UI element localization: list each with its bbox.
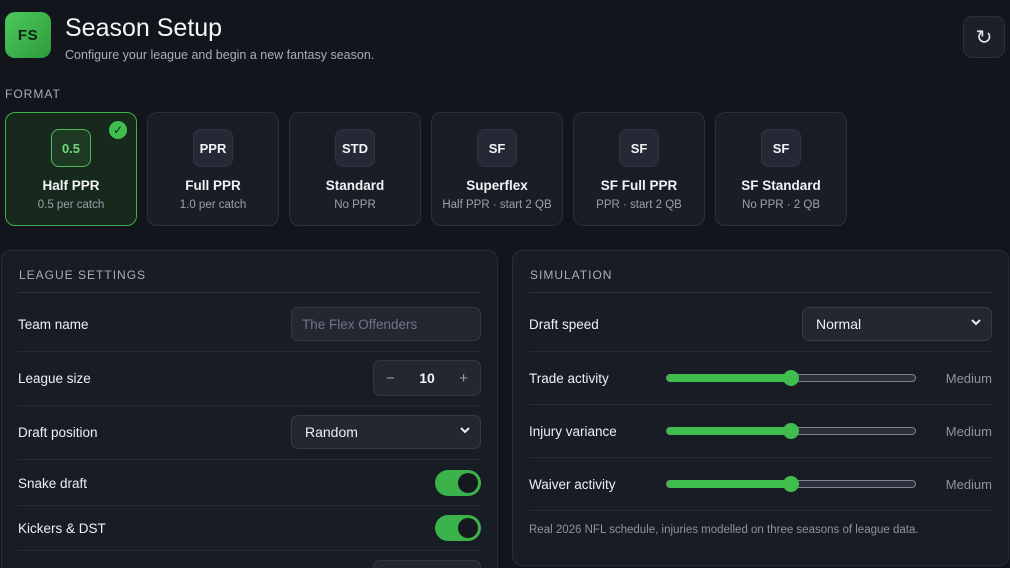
app-logo: FS [5, 12, 51, 58]
team-name-row: Team name The Flex Offenders [18, 307, 481, 341]
decrement-button[interactable]: − [386, 370, 395, 387]
trade-activity-value: Medium [945, 370, 992, 386]
waiver-activity-slider[interactable] [666, 476, 916, 492]
team-name-label: Team name [18, 316, 89, 332]
format-badge: STD [335, 129, 375, 167]
format-name: Half PPR [42, 178, 100, 193]
injury-variance-value: Medium [945, 423, 992, 439]
refresh-button[interactable]: ↻ [963, 16, 1005, 58]
divider [529, 510, 992, 511]
format-desc: 0.5 per catch [37, 199, 105, 211]
league-size-row: League size − 10 + [18, 360, 481, 396]
simulation-title: SIMULATION [530, 268, 613, 282]
divider [18, 550, 481, 551]
waiver-activity-row: Waiver activity Medium [529, 474, 992, 494]
divider [18, 459, 481, 460]
slider-thumb[interactable] [783, 370, 799, 386]
kickers-row: Kickers & DST [18, 515, 481, 541]
waiver-activity-value: Medium [945, 476, 992, 492]
league-size-value: 10 [419, 370, 435, 386]
format-badge: SF [761, 129, 801, 167]
increment-button[interactable]: + [459, 370, 468, 387]
format-name: SF Full PPR [600, 178, 678, 193]
divider [529, 404, 992, 405]
format-options: ✓ 0.5 Half PPR 0.5 per catch PPR Full PP… [5, 112, 847, 226]
divider [18, 292, 481, 293]
format-badge: PPR [193, 129, 233, 167]
slider-thumb[interactable] [783, 476, 799, 492]
format-desc: 1.0 per catch [179, 199, 247, 211]
snake-draft-label: Snake draft [18, 475, 88, 491]
check-icon: ✓ [109, 121, 127, 139]
divider [18, 405, 481, 406]
toggle-knob [458, 473, 478, 493]
draft-speed-select[interactable]: Normal [802, 307, 992, 341]
draft-speed-row: Draft speed Normal [529, 307, 992, 341]
simulation-footnote: Real 2026 NFL schedule, injuries modelle… [529, 524, 919, 536]
format-option-full-ppr[interactable]: PPR Full PPR 1.0 per catch [147, 112, 279, 226]
slider-fill [667, 374, 791, 382]
draft-speed-value: Normal [816, 316, 862, 332]
slider-fill [667, 480, 791, 488]
format-option-half-ppr[interactable]: ✓ 0.5 Half PPR 0.5 per catch [5, 112, 137, 226]
team-name-input[interactable]: The Flex Offenders [291, 307, 481, 341]
divider [18, 505, 481, 506]
league-settings-title: LEAGUE SETTINGS [19, 268, 147, 282]
injury-variance-slider[interactable] [666, 423, 916, 439]
league-size-stepper: − 10 + [373, 360, 481, 396]
draft-speed-label: Draft speed [529, 316, 599, 332]
draft-position-label: Draft position [18, 424, 98, 440]
page-title: Season Setup [65, 14, 223, 42]
snake-draft-row: Snake draft [18, 470, 481, 496]
format-option-standard[interactable]: STD Standard No PPR [289, 112, 421, 226]
format-badge: 0.5 [51, 129, 91, 167]
format-badge: SF [477, 129, 517, 167]
draft-position-value: Random [305, 424, 358, 440]
partial-control[interactable] [373, 560, 481, 568]
draft-position-select[interactable]: Random [291, 415, 481, 449]
snake-draft-toggle[interactable] [435, 470, 481, 496]
chevron-down-icon [971, 319, 981, 326]
page-subtitle: Configure your league and begin a new fa… [65, 48, 375, 62]
format-desc: Half PPR · start 2 QB [442, 199, 552, 211]
format-name: Full PPR [185, 178, 241, 193]
draft-position-row: Draft position Random [18, 415, 481, 449]
injury-variance-row: Injury variance Medium [529, 421, 992, 441]
refresh-icon: ↻ [975, 26, 993, 49]
divider [529, 292, 992, 293]
format-desc: PPR · start 2 QB [596, 199, 682, 211]
chevron-down-icon [460, 427, 470, 434]
page-header: FS Season Setup Configure your league an… [5, 12, 1005, 72]
format-desc: No PPR · 2 QB [742, 199, 820, 211]
kickers-label: Kickers & DST [18, 520, 106, 536]
trade-activity-slider[interactable] [666, 370, 916, 386]
format-option-sf-full-ppr[interactable]: SF SF Full PPR PPR · start 2 QB [573, 112, 705, 226]
format-name: Standard [325, 178, 385, 193]
slider-fill [667, 427, 791, 435]
format-section-label: FORMAT [5, 87, 61, 101]
format-badge: SF [619, 129, 659, 167]
divider [529, 457, 992, 458]
waiver-activity-label: Waiver activity [529, 476, 616, 492]
format-name: SF Standard [741, 178, 821, 193]
format-desc: No PPR [334, 199, 376, 211]
league-size-label: League size [18, 370, 91, 386]
kickers-toggle[interactable] [435, 515, 481, 541]
league-settings-panel: LEAGUE SETTINGS Team name The Flex Offen… [1, 250, 498, 568]
toggle-knob [458, 518, 478, 538]
divider [18, 351, 481, 352]
format-option-sf-standard[interactable]: SF SF Standard No PPR · 2 QB [715, 112, 847, 226]
simulation-panel: SIMULATION Draft speed Normal Trade acti… [512, 250, 1009, 566]
format-name: Superflex [466, 178, 528, 193]
trade-activity-label: Trade activity [529, 370, 609, 386]
format-option-superflex[interactable]: SF Superflex Half PPR · start 2 QB [431, 112, 563, 226]
injury-variance-label: Injury variance [529, 423, 617, 439]
slider-thumb[interactable] [783, 423, 799, 439]
divider [529, 351, 992, 352]
trade-activity-row: Trade activity Medium [529, 368, 992, 388]
